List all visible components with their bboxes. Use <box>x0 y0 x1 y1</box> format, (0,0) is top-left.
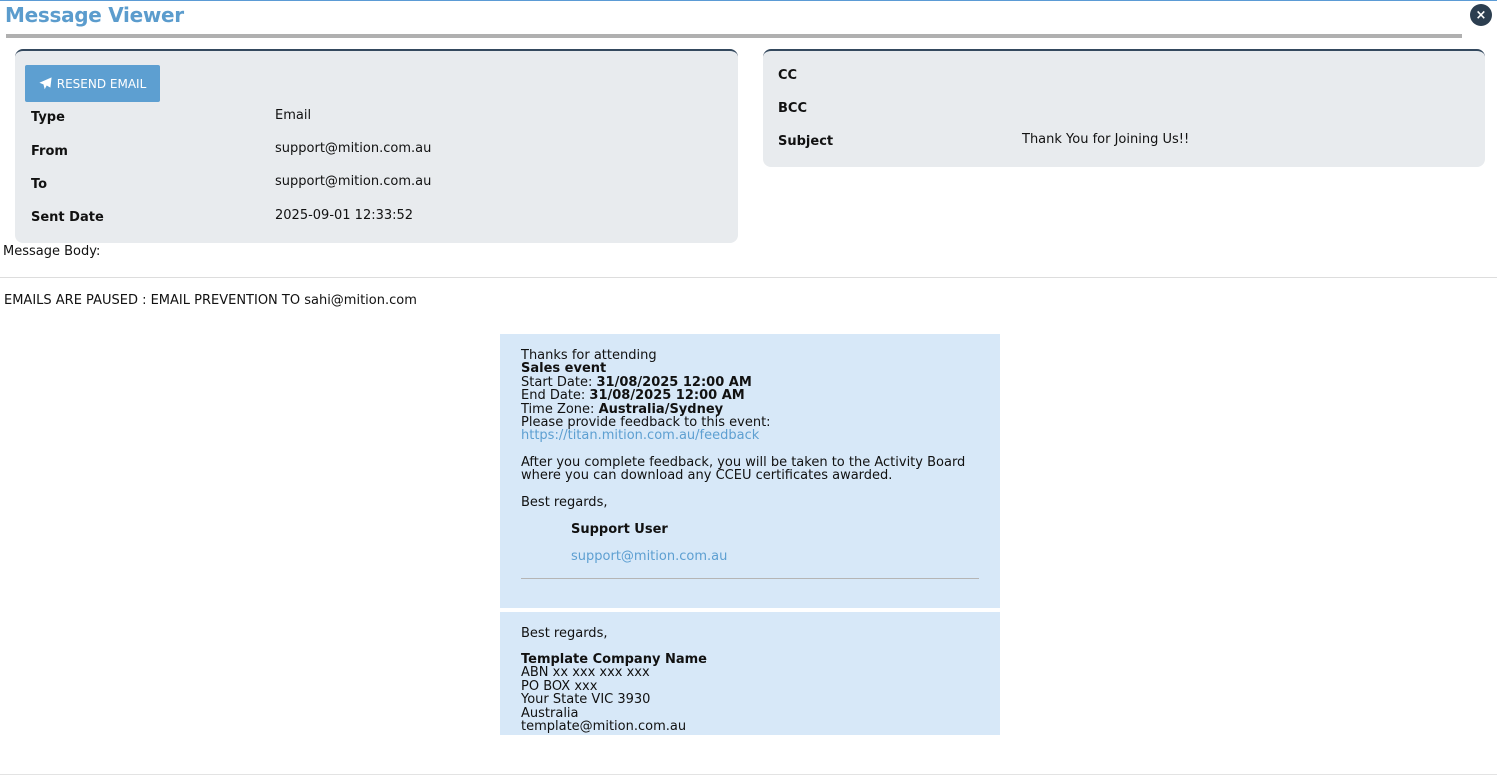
sender-name: Support User <box>571 522 668 537</box>
to-label: To <box>31 177 48 192</box>
type-value: Email <box>275 108 312 123</box>
resend-email-button[interactable]: RESEND EMAIL <box>25 65 160 102</box>
cc-label: CC <box>778 68 798 83</box>
close-icon: × <box>1475 7 1487 23</box>
top-border <box>0 0 1497 1</box>
company-po-box: PO BOX xxx <box>521 678 598 694</box>
paper-plane-icon <box>39 77 52 90</box>
sent-date-value: 2025-09-01 12:33:52 <box>275 208 414 223</box>
close-button[interactable]: × <box>1470 4 1492 26</box>
event-details: Thanks for attending Sales event Start D… <box>521 349 771 443</box>
company-email: template@mition.com.au <box>521 719 687 735</box>
thanks-text: Thanks for attending <box>521 348 657 363</box>
company-state: Your State VIC 3930 <box>521 692 651 708</box>
company-country: Australia <box>521 705 579 721</box>
feedback-prompt: Please provide feedback to this event: <box>521 415 771 431</box>
feedback-link[interactable]: https://titan.mition.com.au/feedback <box>521 428 759 443</box>
sent-date-label: Sent Date <box>31 210 104 225</box>
type-label: Type <box>31 110 65 125</box>
details-panel-left: RESEND EMAIL Type Email From support@mit… <box>15 49 738 243</box>
after-line-2: where you can download any CCEU certific… <box>521 468 893 484</box>
from-value: support@mition.com.au <box>275 141 432 156</box>
email-footer-block: Best regards, Template Company Name ABN … <box>500 612 1000 735</box>
after-line-1: After you complete feedback, you will be… <box>521 455 966 470</box>
title-divider <box>6 34 1462 38</box>
footer-regards: Best regards, <box>521 626 608 641</box>
email-content-block: Thanks for attending Sales event Start D… <box>500 334 1000 608</box>
regards-text: Best regards, <box>521 495 608 510</box>
sender-email-link[interactable]: support@mition.com.au <box>571 550 727 564</box>
subject-label: Subject <box>778 134 834 149</box>
message-body-label: Message Body: <box>3 244 101 259</box>
resend-email-label: RESEND EMAIL <box>56 76 147 91</box>
signature-divider <box>521 578 979 579</box>
footer-company-details: Template Company Name ABN xx xxx xxx xxx… <box>521 653 707 735</box>
bottom-divider <box>0 774 1497 775</box>
company-abn: ABN xx xxx xxx xxx <box>521 665 650 681</box>
paused-notice: EMAILS ARE PAUSED : EMAIL PREVENTION TO … <box>4 293 417 308</box>
details-panel-right: CC BCC Subject Thank You for Joining Us!… <box>763 49 1485 167</box>
bcc-label: BCC <box>778 101 807 116</box>
from-label: From <box>31 144 68 159</box>
after-feedback-text: After you complete feedback, you will be… <box>521 456 965 483</box>
body-divider <box>0 277 1497 278</box>
window-title: Message Viewer <box>5 3 184 27</box>
subject-value: Thank You for Joining Us!! <box>1022 132 1190 147</box>
to-value: support@mition.com.au <box>275 174 432 189</box>
